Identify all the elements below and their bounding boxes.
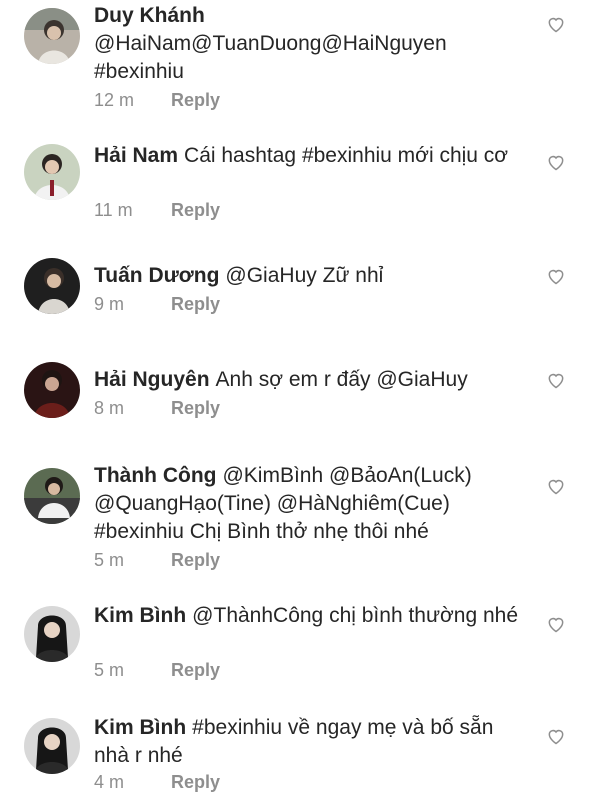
avatar-photo — [24, 468, 80, 524]
comment-meta: 4 m Reply — [94, 772, 220, 793]
comment-username[interactable]: Duy Khánh — [94, 4, 205, 27]
comment-text: Kim Bình #bexinhiu về ngay mẹ và bố sẵn n… — [94, 714, 534, 770]
comment-body: @GiaHuy Zữ nhỉ — [225, 264, 384, 287]
comment-body: @HaiNam@TuanDuong@HaiNguyen #bexinhiu — [94, 32, 447, 83]
avatar-photo — [24, 362, 80, 418]
like-button[interactable] — [546, 266, 566, 286]
reply-button[interactable]: Reply — [171, 772, 220, 792]
like-button[interactable] — [546, 614, 566, 634]
like-button[interactable] — [546, 476, 566, 496]
comment-meta: 5 m Reply — [94, 660, 220, 681]
comment-meta: 5 m Reply — [94, 550, 220, 571]
like-button[interactable] — [546, 152, 566, 172]
comment-time: 9 m — [94, 294, 125, 314]
heart-outline-icon — [548, 617, 564, 633]
reply-button[interactable]: Reply — [171, 294, 220, 314]
comment-username[interactable]: Hải Nam — [94, 144, 178, 167]
comment-username[interactable]: Kim Bình — [94, 604, 186, 627]
heart-outline-icon — [548, 729, 564, 745]
heart-outline-icon — [548, 17, 564, 33]
avatar[interactable] — [24, 468, 80, 524]
avatar[interactable] — [24, 144, 80, 200]
avatar[interactable] — [24, 718, 80, 774]
heart-outline-icon — [548, 269, 564, 285]
comment-username[interactable]: Tuấn Dương — [94, 264, 219, 287]
reply-button[interactable]: Reply — [171, 660, 220, 680]
avatar[interactable] — [24, 606, 80, 662]
like-button[interactable] — [546, 370, 566, 390]
comment-time: 4 m — [94, 772, 125, 792]
comment-username[interactable]: Thành Công — [94, 464, 216, 487]
heart-outline-icon — [548, 155, 564, 171]
avatar-photo — [24, 718, 80, 774]
avatar-photo — [24, 606, 80, 662]
comment-time: 8 m — [94, 398, 125, 418]
comment-text: Tuấn Dương @GiaHuy Zữ nhỉ — [94, 262, 534, 290]
avatar[interactable] — [24, 362, 80, 418]
avatar[interactable] — [24, 258, 80, 314]
avatar-photo — [24, 8, 80, 64]
comment-body: Anh sợ em r đấy @GiaHuy — [215, 368, 468, 391]
reply-button[interactable]: Reply — [171, 90, 220, 110]
reply-button[interactable]: Reply — [171, 550, 220, 570]
heart-outline-icon — [548, 373, 564, 389]
comment-text: Kim Bình @ThànhCông chị bình thường nhé — [94, 602, 534, 630]
comment-body: @ThànhCông chị bình thường nhé — [192, 604, 519, 627]
comment-body: Cái hashtag #bexinhiu mới chịu cơ — [184, 144, 509, 167]
heart-outline-icon — [548, 479, 564, 495]
like-button[interactable] — [546, 14, 566, 34]
comment-text: Duy Khánh @HaiNam@TuanDuong@HaiNguyen #b… — [94, 2, 534, 86]
comment-username[interactable]: Kim Bình — [94, 716, 186, 739]
comment-time: 5 m — [94, 550, 125, 570]
avatar-photo — [24, 144, 80, 200]
reply-button[interactable]: Reply — [171, 200, 220, 220]
comment-text: Hải Nam Cái hashtag #bexinhiu mới chịu cơ — [94, 142, 534, 170]
comment-time: 11 m — [94, 200, 133, 220]
like-button[interactable] — [546, 726, 566, 746]
comment-text: Thành Công @KimBình @BảoAn(Luck) @QuangHạ… — [94, 462, 534, 546]
comment-username[interactable]: Hải Nguyên — [94, 368, 210, 391]
comment-text: Hải Nguyên Anh sợ em r đấy @GiaHuy — [94, 366, 534, 394]
comment-meta: 12 m Reply — [94, 90, 220, 111]
comment-meta: 11 m Reply — [94, 200, 220, 221]
avatar[interactable] — [24, 8, 80, 64]
comment-time: 12 m — [94, 90, 135, 110]
avatar-photo — [24, 258, 80, 314]
comment-time: 5 m — [94, 660, 125, 680]
comment-meta: 8 m Reply — [94, 398, 220, 419]
reply-button[interactable]: Reply — [171, 398, 220, 418]
comment-meta: 9 m Reply — [94, 294, 220, 315]
